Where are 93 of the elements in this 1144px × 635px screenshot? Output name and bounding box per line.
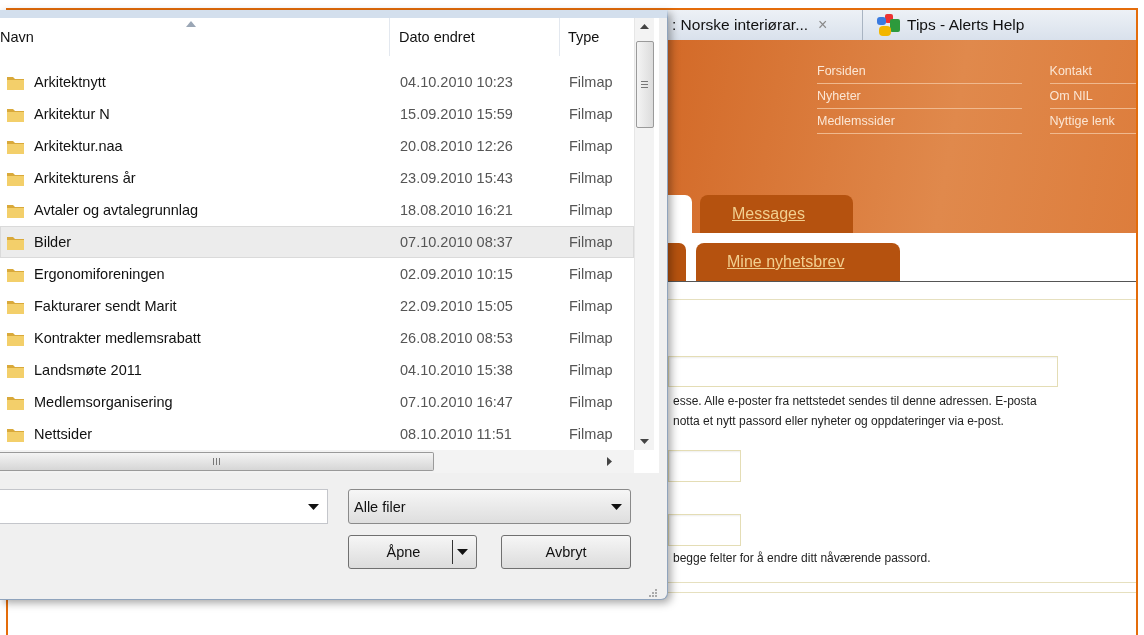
- help-text: begge felter for å endre ditt nåværende passord.: [672, 550, 932, 567]
- file-name: Bilder: [34, 234, 72, 250]
- colorful-blocks-icon: [877, 14, 901, 36]
- file-type: Filmap: [569, 138, 613, 154]
- caret-icon: [611, 503, 622, 510]
- modified-date: 08.10.2010 11:51: [400, 426, 512, 442]
- file-type: Filmap: [569, 170, 613, 186]
- password-field[interactable]: [668, 514, 741, 546]
- file-type: Filmap: [569, 426, 613, 442]
- caret-icon: [457, 549, 468, 555]
- file-row[interactable]: Bilder 07.10.2010 08:37 Filmap: [0, 226, 634, 258]
- scroll-down-icon[interactable]: [640, 439, 649, 444]
- sort-arrow-icon: [185, 21, 196, 27]
- folder-icon: [7, 330, 24, 346]
- folder-icon: [7, 394, 24, 410]
- grip-icon: [213, 458, 220, 465]
- resize-grip-icon: [648, 588, 657, 597]
- help-text: notta et nytt passord eller nyheter og oppdateringer via e-post.: [672, 413, 1005, 430]
- file-type: Filmap: [569, 74, 613, 90]
- modified-date: 07.10.2010 16:47: [400, 394, 513, 410]
- file-name: Nettsider: [34, 426, 93, 442]
- file-name: Kontrakter medlemsrabatt: [34, 330, 201, 346]
- file-name: Fakturarer sendt Marit: [34, 298, 177, 314]
- folder-icon: [7, 170, 24, 186]
- folder-icon: [7, 74, 24, 90]
- modified-date: 22.09.2010 15:05: [400, 298, 513, 314]
- modified-date: 20.08.2010 12:26: [400, 138, 513, 154]
- file-name: Ergonomiforeningen: [34, 266, 165, 282]
- modified-date: 23.09.2010 15:43: [400, 170, 513, 186]
- file-row[interactable]: Kontrakter medlemsrabatt 26.08.2010 08:53 Filmap: [0, 322, 634, 354]
- file-row[interactable]: Ergonomiforeningen 02.09.2010 10:15 Filmap: [0, 258, 634, 290]
- modified-date: 02.09.2010 10:15: [400, 266, 513, 282]
- file-name: Arkitekturens år: [34, 170, 136, 186]
- file-name: Medlemsorganisering: [34, 394, 173, 410]
- site-tab[interactable]: [668, 243, 686, 281]
- file-row[interactable]: Arkitekturens år 23.09.2010 15:43 Filmap: [0, 162, 634, 194]
- file-type: Filmap: [569, 106, 613, 122]
- modified-date: 15.09.2010 15:59: [400, 106, 513, 122]
- folder-icon: [7, 426, 24, 442]
- file-type: Filmap: [569, 394, 613, 410]
- scroll-right-icon[interactable]: [607, 457, 612, 466]
- file-name-field[interactable]: [0, 489, 328, 524]
- scrollbar-thumb[interactable]: [0, 452, 434, 471]
- folder-icon: [7, 266, 24, 282]
- file-name: Arkitektur N: [34, 106, 110, 122]
- help-text: esse. Alle e-poster fra nettstedet sendes til denne adressen. E-posta: [672, 393, 1038, 410]
- column-header[interactable]: Type: [560, 18, 634, 56]
- grip-icon: [641, 81, 648, 88]
- horizontal-scrollbar[interactable]: [0, 450, 634, 473]
- open-button[interactable]: Åpne: [348, 535, 477, 569]
- folder-icon: [7, 298, 24, 314]
- file-type: Filmap: [569, 266, 613, 282]
- browser-tab[interactable]: Tips - Alerts Help: [863, 10, 1025, 40]
- modified-date: 07.10.2010 08:37: [400, 234, 513, 250]
- folder-icon: [7, 138, 24, 154]
- file-row[interactable]: Landsmøte 2011 04.10.2010 15:38 Filmap: [0, 354, 634, 386]
- file-name: Landsmøte 2011: [34, 362, 142, 378]
- folder-icon: [7, 234, 24, 250]
- file-type: Filmap: [569, 362, 613, 378]
- file-type: Filmap: [569, 330, 613, 346]
- file-type: Filmap: [569, 234, 613, 250]
- file-type: Filmap: [569, 202, 613, 218]
- folder-icon: [7, 362, 24, 378]
- cancel-button[interactable]: Avbryt: [501, 535, 631, 569]
- file-name: Avtaler og avtalegrunnlag: [34, 202, 199, 218]
- file-name: Arkitektnytt: [34, 74, 106, 90]
- column-header[interactable]: Dato endret: [390, 18, 560, 56]
- password-field[interactable]: [668, 450, 741, 482]
- file-row[interactable]: Arkitektur N 15.09.2010 15:59 Filmap: [0, 98, 634, 130]
- caret-icon: [308, 503, 319, 510]
- file-row[interactable]: Arkitektur.naa 20.08.2010 12:26 Filmap: [0, 130, 634, 162]
- file-name: Arkitektur.naa: [34, 138, 123, 154]
- modified-date: 04.10.2010 15:38: [400, 362, 513, 378]
- tab-title: Tips - Alerts Help: [907, 16, 1025, 34]
- vertical-scrollbar[interactable]: [634, 18, 654, 450]
- email-field[interactable]: [668, 356, 1058, 387]
- folder-icon: [7, 202, 24, 218]
- tab-title: : Norske interiørar...: [672, 16, 809, 34]
- file-row[interactable]: Fakturarer sendt Marit 22.09.2010 15:05 Filmap: [0, 290, 634, 322]
- site-tab[interactable]: [668, 195, 692, 233]
- column-header[interactable]: Navn: [0, 18, 390, 56]
- scroll-up-icon[interactable]: [640, 24, 649, 29]
- file-type-dropdown[interactable]: Alle filer: [348, 489, 631, 524]
- file-row[interactable]: Avtaler og avtalegrunnlag 18.08.2010 16:21 Filmap: [0, 194, 634, 226]
- file-row[interactable]: Nettsider 08.10.2010 11:51 Filmap: [0, 418, 634, 450]
- modified-date: 26.08.2010 08:53: [400, 330, 513, 346]
- modified-date: 04.10.2010 10:23: [400, 74, 513, 90]
- file-row[interactable]: Arkitektnytt 04.10.2010 10:23 Filmap: [0, 66, 634, 98]
- folder-icon: [7, 106, 24, 122]
- scrollbar-thumb[interactable]: [635, 41, 654, 128]
- file-type: Filmap: [569, 298, 613, 314]
- modified-date: 18.08.2010 16:21: [400, 202, 513, 218]
- file-row[interactable]: Medlemsorganisering 07.10.2010 16:47 Filmap: [0, 386, 634, 418]
